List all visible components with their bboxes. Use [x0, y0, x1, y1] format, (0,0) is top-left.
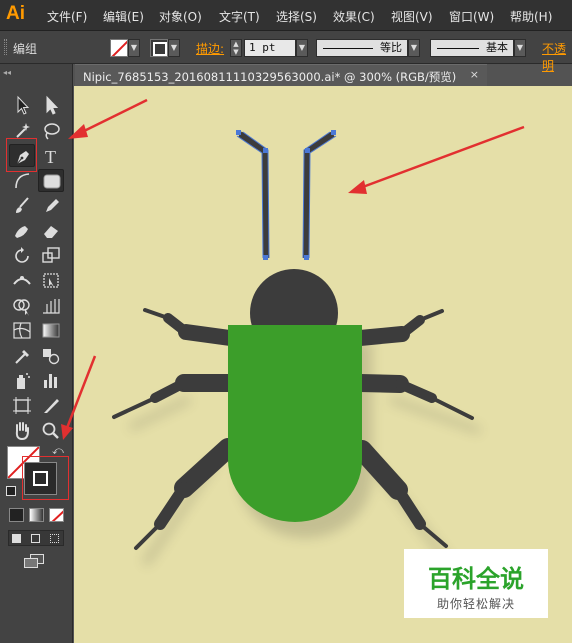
leg-bottom-left-segment [174, 438, 238, 498]
leg-top-right-tip [418, 309, 444, 322]
menu-object[interactable]: 对象(O) [159, 8, 202, 25]
leg-mid-left-joint [150, 378, 189, 403]
menu-type[interactable]: 文字(T) [219, 8, 260, 25]
variable-width-profile-value: 等比 [380, 41, 402, 54]
leg-top-left-segment [178, 324, 238, 346]
selection-type-label: 编组 [13, 42, 38, 56]
arc-tool-icon[interactable] [9, 169, 35, 192]
draw-normal-icon[interactable] [12, 534, 21, 543]
selection-tool-icon[interactable] [9, 94, 35, 117]
opacity-panel-link[interactable]: 不透明 [542, 40, 572, 74]
close-tab-icon[interactable]: × [470, 68, 479, 81]
variable-width-profile-select[interactable]: 等比 [316, 39, 408, 57]
bug-body [228, 325, 362, 522]
control-bar: 编组 ▼ ▼ 描边: ▲ ▼ 1 pt ▼ 等比 ▼ 基本 ▼ 不透明 [0, 31, 572, 73]
menu-file[interactable]: 文件(F) [47, 8, 87, 25]
artboard-tool-icon[interactable] [9, 394, 35, 417]
slice-tool-icon[interactable] [38, 394, 64, 417]
document-title: Nipic_7685153_20160811110329563000.ai* @… [83, 70, 457, 84]
leg-top-left-tip [143, 308, 170, 320]
tools-panel-collapse-icon[interactable]: ◂◂ [3, 68, 11, 77]
brush-definition-value: 基本 [486, 41, 508, 54]
document-tab[interactable]: Nipic_7685153_20160811110329563000.ai* @… [75, 64, 487, 86]
stroke-swatch-highlight [22, 456, 69, 500]
menu-view[interactable]: 视图(V) [391, 8, 433, 25]
blend-tool-icon[interactable] [38, 344, 64, 367]
leg-top-right-joint [397, 315, 425, 339]
panel-grip-icon[interactable] [4, 39, 7, 55]
svg-text:T: T [45, 147, 56, 167]
brush-dropdown-arrow[interactable]: ▼ [514, 39, 526, 57]
draw-behind-icon[interactable] [31, 534, 40, 543]
leg-bottom-right-joint [392, 484, 426, 530]
leg-mid-left-tip [112, 396, 157, 419]
watermark-subtitle: 助你轻松解决 [436, 597, 515, 611]
screen-mode-icon[interactable] [24, 554, 46, 570]
gradient-mode-button[interactable] [29, 508, 44, 522]
artboard-canvas[interactable]: 百科全说 助你轻松解决 [74, 86, 572, 643]
width-tool-icon[interactable] [9, 269, 35, 292]
pencil-tool-icon[interactable] [38, 194, 64, 217]
paintbrush-tool-icon[interactable] [9, 194, 35, 217]
eyedropper-tool-icon[interactable] [9, 344, 35, 367]
zoom-tool-icon[interactable] [38, 419, 64, 442]
none-mode-button[interactable] [49, 508, 64, 522]
stroke-panel-link[interactable]: 描边: [196, 40, 224, 57]
stroke-weight-dropdown[interactable]: ▼ [296, 39, 308, 57]
fill-swatch[interactable] [110, 39, 128, 57]
menu-bar: Ai 文件(F) 编辑(E) 对象(O) 文字(T) 选择(S) 效果(C) 视… [0, 0, 572, 31]
mesh-tool-icon[interactable] [9, 319, 35, 342]
blob-brush-tool-icon[interactable] [9, 219, 35, 242]
gradient-tool-icon[interactable] [38, 319, 64, 342]
watermark-title: 百科全说 [428, 565, 524, 593]
shape-builder-tool-icon[interactable] [9, 294, 35, 317]
stroke-weight-input[interactable]: 1 pt [244, 39, 296, 57]
draw-mode-group [8, 530, 64, 546]
menu-help[interactable]: 帮助(H) [510, 8, 552, 25]
scale-tool-icon[interactable] [38, 244, 64, 267]
draw-inside-icon[interactable] [50, 534, 59, 543]
perspective-grid-tool-icon[interactable] [38, 294, 64, 317]
leg-top-left-joint [163, 313, 191, 337]
type-tool-icon[interactable]: T [38, 144, 64, 167]
menu-window[interactable]: 窗口(W) [449, 8, 494, 25]
lasso-tool-icon[interactable] [38, 119, 64, 142]
direct-selection-tool-icon[interactable] [38, 94, 64, 117]
symbol-sprayer-tool-icon[interactable] [9, 369, 35, 392]
column-graph-tool-icon[interactable] [38, 369, 64, 392]
none-color-icon [111, 40, 127, 56]
fill-dropdown-arrow[interactable]: ▼ [128, 39, 140, 57]
menu-edit[interactable]: 编辑(E) [103, 8, 144, 25]
profile-dropdown-arrow[interactable]: ▼ [408, 39, 420, 57]
stroke-dropdown-arrow[interactable]: ▼ [168, 39, 180, 57]
brush-line-preview [437, 48, 479, 49]
brush-definition-select[interactable]: 基本 [430, 39, 514, 57]
stroke-color-icon [153, 42, 167, 56]
bug-antennae [236, 130, 337, 260]
anchor-points [236, 130, 336, 260]
default-fill-stroke-icon[interactable] [6, 486, 16, 496]
tools-panel: ◂◂ T ⤺ [0, 64, 73, 643]
rotate-tool-icon[interactable] [9, 244, 35, 267]
leg-top-right-segment [352, 326, 410, 346]
leg-mid-right-segment [351, 374, 409, 393]
color-mode-button[interactable] [9, 508, 24, 522]
free-transform-tool-icon[interactable] [38, 269, 64, 292]
profile-line-preview [323, 48, 373, 49]
menu-select[interactable]: 选择(S) [276, 8, 317, 25]
none-color-icon [51, 510, 63, 521]
app-logo: Ai [6, 3, 25, 24]
menu-effect[interactable]: 效果(C) [333, 8, 375, 25]
stroke-weight-stepper[interactable]: ▲ ▼ [230, 39, 242, 57]
hand-tool-icon[interactable] [9, 419, 35, 442]
rounded-rectangle-tool-icon[interactable] [38, 169, 64, 192]
leg-mid-right-joint [395, 379, 437, 403]
watermark-badge: 百科全说 助你轻松解决 [404, 549, 548, 618]
eraser-tool-icon[interactable] [38, 219, 64, 242]
stroke-swatch[interactable] [150, 39, 168, 57]
pen-tool-highlight [6, 138, 37, 172]
